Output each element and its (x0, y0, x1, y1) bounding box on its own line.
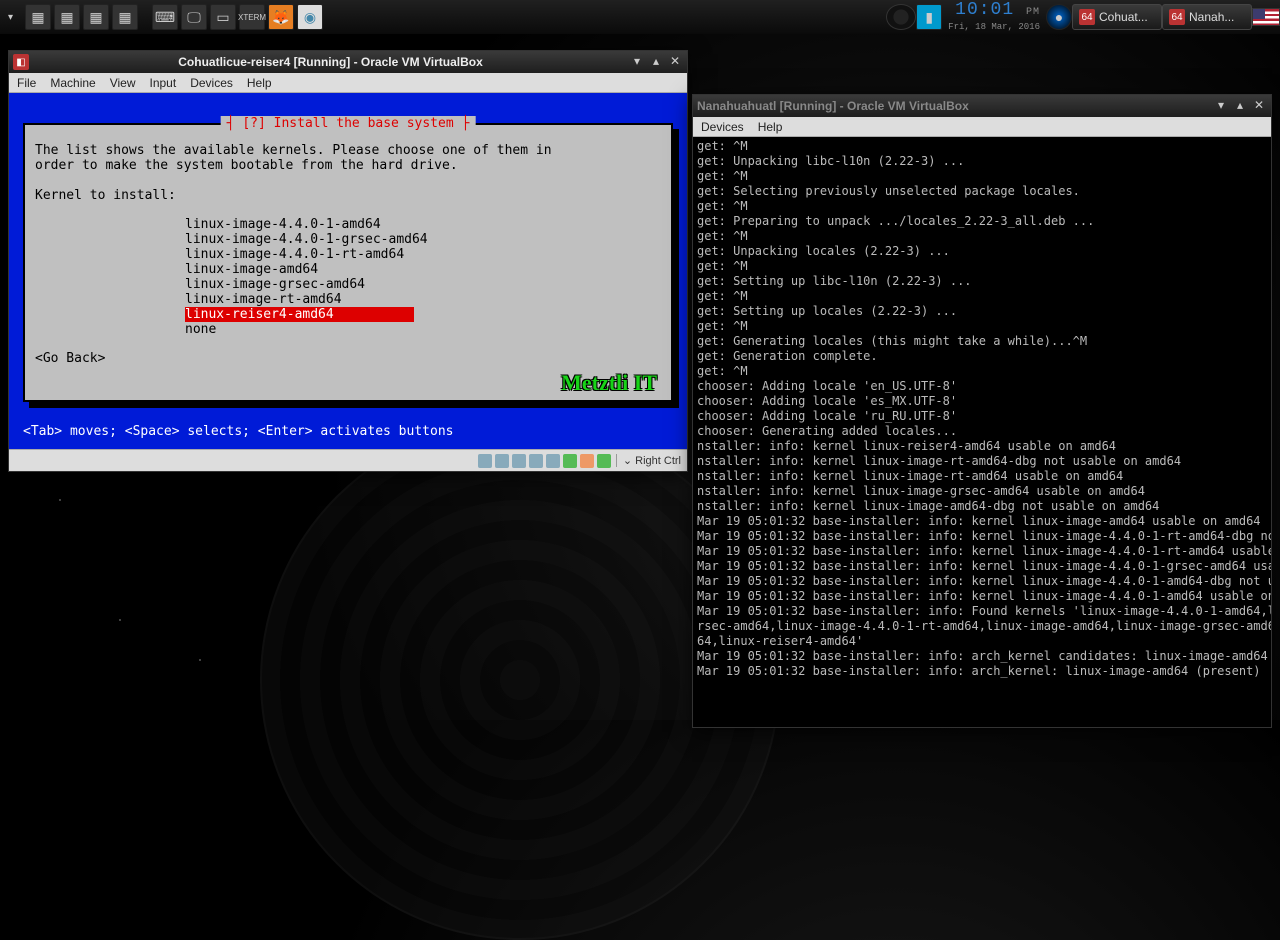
taskbar-item-cohuat[interactable]: 64 Cohuat... (1072, 4, 1162, 30)
keyboard-hints: <Tab> moves; <Space> selects; <Enter> ac… (23, 424, 673, 439)
xterm-icon[interactable]: XTERM (239, 4, 265, 30)
vbox-statusbar: ⌄ Right Ctrl (9, 449, 687, 471)
kernel-option[interactable]: linux-reiser4-amd64 (185, 307, 661, 322)
menu-view[interactable]: View (110, 76, 136, 90)
cpu-gauge-icon[interactable] (886, 4, 916, 30)
maximize-button[interactable]: ▴ (648, 55, 664, 69)
status-optical-icon[interactable] (495, 454, 509, 468)
menu-devices[interactable]: Devices (190, 76, 233, 90)
clock-date: Fri, 18 Mar, 2016 (948, 20, 1040, 34)
menubar: File Machine View Input Devices Help (9, 73, 687, 93)
vbox-window-cohuatlicue: ◧ Cohuatlicue-reiser4 [Running] - Oracle… (8, 50, 688, 472)
go-back-button[interactable]: <Go Back> (35, 351, 661, 366)
status-shared-icon[interactable] (546, 454, 560, 468)
menu-machine[interactable]: Machine (50, 76, 95, 90)
audio-viz-icon[interactable]: ● (1046, 4, 1072, 30)
status-mouse-icon[interactable] (597, 454, 611, 468)
kernel-option[interactable]: linux-image-4.4.0-1-rt-amd64 (185, 247, 661, 262)
vbox-icon: 64 (1169, 9, 1185, 25)
dialog-intro: The list shows the available kernels. Pl… (35, 143, 661, 173)
window-title: Nanahuahuatl [Running] - Oracle VM Virtu… (697, 99, 1210, 113)
terminal-icon[interactable]: ⌨ (152, 4, 178, 30)
monitor-icon[interactable]: 🖵 (181, 4, 207, 30)
panel-app-icons: ⌨ 🖵 ▭ XTERM 🦊 ◉ (148, 4, 327, 30)
kernel-option[interactable]: linux-image-4.4.0-1-amd64 (185, 217, 661, 232)
kernel-option[interactable]: none (185, 322, 661, 337)
window-title: Cohuatlicue-reiser4 [Running] - Oracle V… (35, 55, 626, 69)
kernel-option[interactable]: linux-image-amd64 (185, 262, 661, 277)
minimize-button[interactable]: ▾ (1213, 99, 1229, 113)
panel-clock[interactable]: 10:01 PM Fri, 18 Mar, 2016 (942, 1, 1046, 34)
tv-icon[interactable]: ▭ (210, 4, 236, 30)
kernel-option[interactable]: linux-image-grsec-amd64 (185, 277, 661, 292)
panel-menu-chevron[interactable]: ▾ (0, 12, 21, 23)
watermark-metztli: Metztli IT (561, 375, 657, 390)
host-key-indicator: ⌄ Right Ctrl (616, 454, 681, 467)
clock-ampm: PM (1026, 7, 1040, 18)
keyboard-layout-us-icon[interactable] (1252, 8, 1280, 26)
status-record-icon[interactable] (580, 454, 594, 468)
task-label: Nanah... (1189, 10, 1234, 24)
vbox-window-nanahuahuatl: Nanahuahuatl [Running] - Oracle VM Virtu… (692, 94, 1272, 728)
taskbar-item-nanah[interactable]: 64 Nanah... (1162, 4, 1252, 30)
status-net-icon[interactable] (529, 454, 543, 468)
kernel-option[interactable]: linux-image-4.4.0-1-grsec-amd64 (185, 232, 661, 247)
launcher-icon[interactable]: ▦ (54, 4, 80, 30)
minimize-button[interactable]: ▾ (629, 55, 645, 69)
menubar: Devices Help (693, 117, 1271, 137)
close-button[interactable]: ✕ (1251, 99, 1267, 113)
launcher-icon[interactable]: ▦ (112, 4, 138, 30)
kernel-list[interactable]: linux-image-4.4.0-1-amd64linux-image-4.4… (185, 217, 661, 337)
vm-display[interactable]: ┤ [?] Install the base system ├ The list… (9, 93, 687, 449)
status-usb-icon[interactable] (512, 454, 526, 468)
battery-icon[interactable]: ▮ (916, 4, 942, 30)
vbox-icon: 64 (1079, 9, 1095, 25)
launcher-icon[interactable]: ▦ (83, 4, 109, 30)
chromium-icon[interactable]: ◉ (297, 4, 323, 30)
dialog-prompt: Kernel to install: (35, 188, 661, 203)
installer-dialog: ┤ [?] Install the base system ├ The list… (23, 123, 673, 402)
top-panel: ▾ ▦ ▦ ▦ ▦ ⌨ 🖵 ▭ XTERM 🦊 ◉ ▮ 10:01 PM Fri… (0, 0, 1280, 34)
task-label: Cohuat... (1099, 10, 1148, 24)
close-button[interactable]: ✕ (667, 55, 683, 69)
kernel-option[interactable]: linux-image-rt-amd64 (185, 292, 661, 307)
status-hdd-icon[interactable] (478, 454, 492, 468)
menu-help[interactable]: Help (247, 76, 272, 90)
titlebar[interactable]: ◧ Cohuatlicue-reiser4 [Running] - Oracle… (9, 51, 687, 73)
firefox-icon[interactable]: 🦊 (268, 4, 294, 30)
menu-file[interactable]: File (17, 76, 36, 90)
dialog-title: ┤ [?] Install the base system ├ (221, 116, 476, 131)
titlebar[interactable]: Nanahuahuatl [Running] - Oracle VM Virtu… (693, 95, 1271, 117)
vbox-app-icon: ◧ (13, 54, 29, 70)
panel-launchers: ▦ ▦ ▦ ▦ (21, 4, 142, 30)
menu-help[interactable]: Help (758, 120, 783, 134)
menu-input[interactable]: Input (150, 76, 177, 90)
clock-time: 10:01 (955, 0, 1014, 20)
maximize-button[interactable]: ▴ (1232, 99, 1248, 113)
launcher-icon[interactable]: ▦ (25, 4, 51, 30)
status-display-icon[interactable] (563, 454, 577, 468)
terminal-output[interactable]: get: ^M get: Unpacking libc-l10n (2.22-3… (693, 137, 1271, 727)
menu-devices[interactable]: Devices (701, 120, 744, 134)
